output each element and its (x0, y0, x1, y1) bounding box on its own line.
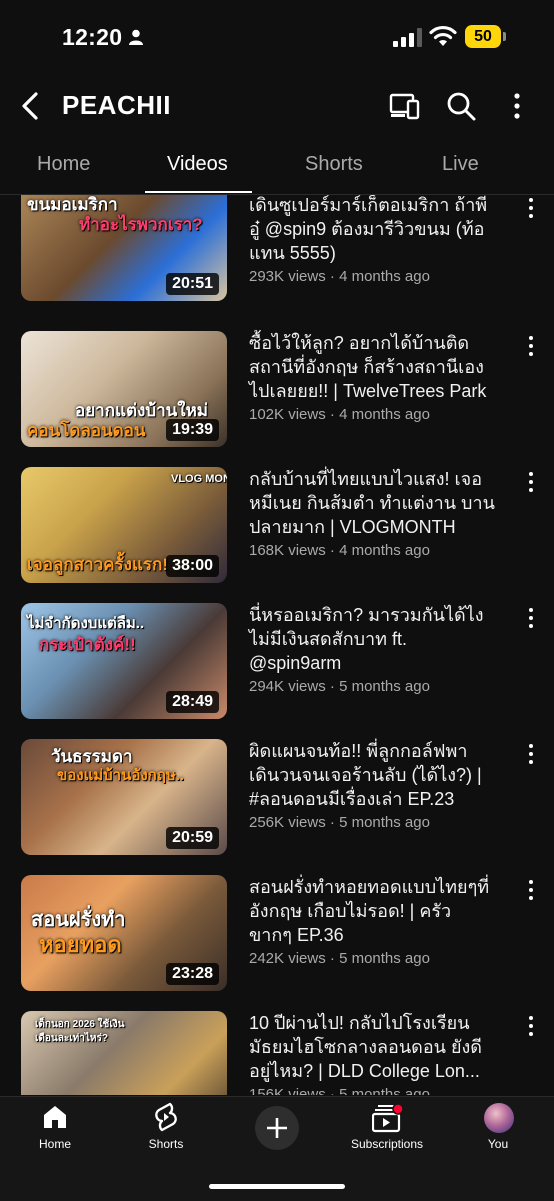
active-tab-indicator (145, 191, 252, 193)
video-meta: 156K views · 5 months ago (249, 1086, 430, 1095)
video-info: ซื้อไว้ให้ลูก? อยากได้บ้านติด สถานีที่อั… (249, 331, 524, 423)
shorts-icon (155, 1102, 177, 1132)
video-thumbnail[interactable]: ขนมอเมริกา ทำอะไรพวกเรา? 20:51 (21, 195, 227, 301)
nav-label: Shorts (148, 1137, 184, 1151)
nav-you[interactable]: You (443, 1097, 553, 1167)
video-thumbnail[interactable]: VLOG MONTH 2026 เจอลูกสาวครั้งแรก! 38:00 (21, 467, 227, 583)
person-icon (129, 29, 143, 45)
video-title: นี่หรออเมริกา? มารวมกันได้ไง ไม่มีเงินสด… (249, 605, 484, 673)
cast-icon[interactable] (389, 92, 420, 120)
video-meta: 102K views · 4 months ago (249, 406, 430, 423)
search-icon[interactable] (446, 91, 476, 121)
video-info: ผิดแผนจนท้อ!! พี่ลูกกอล์ฟพา เดินวนจนเจอร… (249, 739, 524, 831)
video-meta: 242K views · 5 months ago (249, 950, 430, 967)
video-title: เดินซูเปอร์มาร์เก็ตอเมริกา ถ้าพี่ อู๋ @s… (249, 195, 488, 263)
nav-home[interactable]: Home (0, 1097, 110, 1167)
channel-tabs: Home Videos Shorts Live (0, 136, 554, 195)
video-item[interactable]: วันธรรมดา ของแม่บ้านอังกฤษ.. 20:59 ผิดแผ… (0, 739, 554, 875)
video-duration: 20:51 (166, 273, 219, 295)
more-vertical-icon[interactable] (524, 879, 538, 901)
more-vertical-icon[interactable] (524, 335, 538, 357)
thumbnail-text: ของแม่บ้านอังกฤษ.. (57, 767, 185, 784)
video-duration: 28:49 (166, 691, 219, 713)
video-thumbnail[interactable]: วันธรรมดา ของแม่บ้านอังกฤษ.. 20:59 (21, 739, 227, 855)
video-duration: 23:28 (166, 963, 219, 985)
nav-label: Subscriptions (350, 1137, 424, 1151)
thumbnail-text: คอนโดลอนดอน (27, 421, 146, 440)
video-title: สอนฝรั่งทำหอยทอดแบบไทยๆที่ อังกฤษ เกือบไ… (249, 877, 490, 945)
more-vertical-icon[interactable] (524, 743, 538, 765)
tab-live[interactable]: Live (442, 153, 479, 176)
video-meta: 293K views · 4 months ago (249, 268, 430, 285)
thumbnail-text: เดือนละเท่าไหร่? (35, 1033, 108, 1044)
video-title: กลับบ้านที่ไทยแบบไวแสง! เจอ หมีเนย กินส้… (249, 469, 495, 537)
video-title: 10 ปีผ่านไป! กลับไปโรงเรียน มัธยมไฮโซกลา… (249, 1013, 482, 1081)
tab-videos[interactable]: Videos (167, 153, 228, 176)
nav-create[interactable] (222, 1097, 332, 1167)
more-vertical-icon[interactable] (507, 91, 527, 121)
video-thumbnail[interactable]: อยากแต่งบ้านใหม่ คอนโดลอนดอน 19:39 (21, 331, 227, 447)
back-arrow-icon[interactable] (18, 91, 44, 121)
more-vertical-icon[interactable] (524, 607, 538, 629)
video-info: กลับบ้านที่ไทยแบบไวแสง! เจอ หมีเนย กินส้… (249, 467, 524, 559)
video-thumbnail[interactable]: เด็กนอก 2026 ใช้เงิน เดือนละเท่าไหร่? (21, 1011, 227, 1095)
video-item[interactable]: VLOG MONTH 2026 เจอลูกสาวครั้งแรก! 38:00… (0, 467, 554, 603)
thumbnail-text: เด็กนอก 2026 ใช้เงิน (35, 1019, 125, 1030)
create-icon (267, 1118, 287, 1138)
video-item[interactable]: ไม่จำกัดงบแต่ลืม.. กระเป๋าตังค์!! 28:49 … (0, 603, 554, 739)
video-list[interactable]: ขนมอเมริกา ทำอะไรพวกเรา? 20:51 เดินซูเปอ… (0, 195, 554, 1095)
home-indicator (209, 1184, 345, 1189)
video-info: สอนฝรั่งทำหอยทอดแบบไทยๆที่ อังกฤษ เกือบไ… (249, 875, 524, 967)
thumbnail-text: กระเป๋าตังค์!! (39, 635, 136, 654)
tab-shorts[interactable]: Shorts (305, 153, 363, 176)
home-icon (44, 1106, 66, 1128)
more-vertical-icon[interactable] (524, 1015, 538, 1037)
video-thumbnail[interactable]: ไม่จำกัดงบแต่ลืม.. กระเป๋าตังค์!! 28:49 (21, 603, 227, 719)
nav-subscriptions[interactable]: Subscriptions (332, 1097, 442, 1167)
nav-label: Home (38, 1137, 71, 1151)
nav-label: You (487, 1137, 509, 1151)
video-item[interactable]: สอนฝรั่งทำ หอยทอด 23:28 สอนฝรั่งทำหอยทอด… (0, 875, 554, 1011)
video-duration: 20:59 (166, 827, 219, 849)
cellular-signal-icon (393, 28, 422, 47)
video-thumbnail[interactable]: สอนฝรั่งทำ หอยทอด 23:28 (21, 875, 227, 991)
video-info: นี่หรออเมริกา? มารวมกันได้ไง ไม่มีเงินสด… (249, 603, 524, 695)
create-button[interactable] (255, 1106, 299, 1150)
channel-name: PEACHII (62, 90, 171, 120)
video-item[interactable]: อยากแต่งบ้านใหม่ คอนโดลอนดอน 19:39 ซื้อไ… (0, 331, 554, 467)
video-item[interactable]: ขนมอเมริกา ทำอะไรพวกเรา? 20:51 เดินซูเปอ… (0, 195, 554, 331)
channel-header: PEACHII (0, 76, 554, 136)
more-vertical-icon[interactable] (524, 471, 538, 493)
video-duration: 38:00 (166, 555, 219, 577)
thumbnail-text: เจอลูกสาวครั้งแรก! (27, 555, 169, 574)
video-info: เดินซูเปอร์มาร์เก็ตอเมริกา ถ้าพี่ อู๋ @s… (249, 195, 524, 285)
tab-home[interactable]: Home (37, 153, 90, 176)
video-meta: 294K views · 5 months ago (249, 678, 430, 695)
nav-shorts[interactable]: Shorts (111, 1097, 221, 1167)
subscriptions-icon (372, 1103, 404, 1133)
video-duration: 19:39 (166, 419, 219, 441)
status-bar: 12:20 50 (0, 0, 554, 76)
battery-nub (503, 32, 506, 41)
video-info: 10 ปีผ่านไป! กลับไปโรงเรียน มัธยมไฮโซกลา… (249, 1011, 524, 1095)
battery-indicator: 50 (465, 25, 501, 48)
video-title: ซื้อไว้ให้ลูก? อยากได้บ้านติด สถานีที่อั… (249, 333, 487, 401)
more-vertical-icon[interactable] (524, 197, 538, 219)
wifi-icon (429, 25, 457, 46)
notification-dot (392, 1103, 404, 1115)
video-meta: 168K views · 4 months ago (249, 542, 430, 559)
status-time: 12:20 (62, 24, 123, 50)
thumbnail-text: ทำอะไรพวกเรา? (79, 215, 203, 234)
thumbnail-text: VLOG MONTH 2026 (171, 473, 227, 485)
video-item[interactable]: เด็กนอก 2026 ใช้เงิน เดือนละเท่าไหร่? 10… (0, 1011, 554, 1095)
thumbnail-text: หอยทอด (39, 932, 122, 957)
avatar (484, 1103, 514, 1133)
video-title: ผิดแผนจนท้อ!! พี่ลูกกอล์ฟพา เดินวนจนเจอร… (249, 741, 482, 809)
video-meta: 256K views · 5 months ago (249, 814, 430, 831)
